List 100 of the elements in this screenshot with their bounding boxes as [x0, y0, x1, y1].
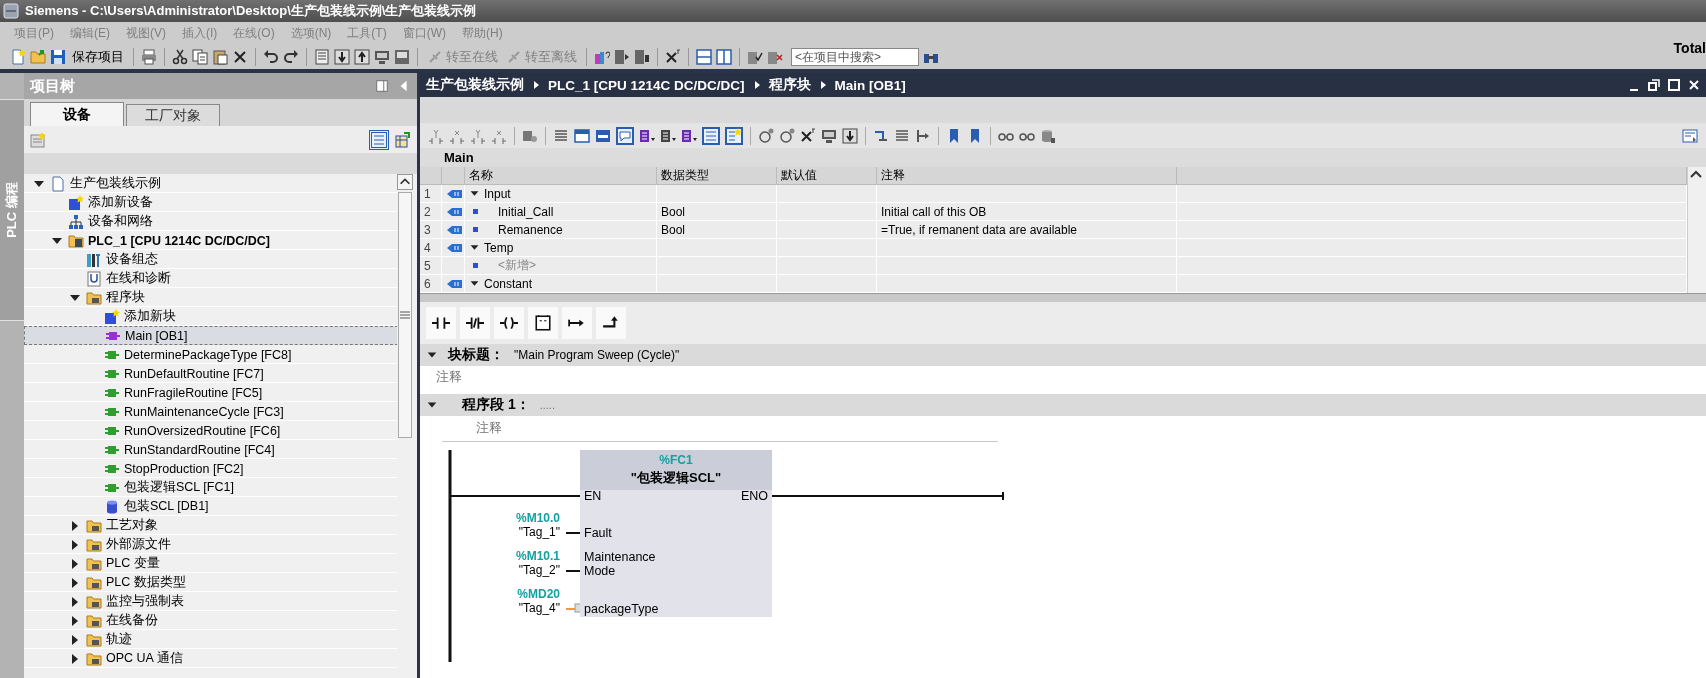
panel-tab[interactable]: 设备 [30, 102, 124, 126]
block-comment[interactable]: 注释 [436, 368, 462, 386]
window-icon[interactable] [595, 127, 611, 144]
tree-item[interactable]: 设备和网络 [24, 212, 398, 231]
tree-item[interactable]: RunDefaultRoutine [FC7] [24, 364, 398, 383]
column-header[interactable]: 注释 [881, 167, 905, 184]
scissors-icon[interactable] [172, 48, 188, 65]
monitor-off-icon[interactable] [779, 127, 795, 144]
device-icon[interactable] [394, 48, 410, 65]
list-icon[interactable] [894, 127, 910, 144]
table-export-icon[interactable] [395, 131, 411, 148]
database-icon [104, 498, 120, 515]
device-query-icon[interactable] [594, 48, 610, 65]
tree-item[interactable]: PLC 数据类型 [24, 573, 398, 592]
redo-icon[interactable] [283, 48, 299, 65]
tree-item[interactable]: RunMaintenanceCycle [FC3] [24, 402, 398, 421]
cylinder-icon[interactable] [1040, 127, 1056, 144]
list-icon[interactable] [553, 127, 569, 144]
maximize-icon[interactable] [1668, 79, 1680, 91]
panel-icon[interactable] [1682, 127, 1698, 144]
column-header[interactable]: 默认值 [781, 167, 817, 184]
instruction-button[interactable] [460, 307, 490, 339]
tree-item[interactable]: Main [OB1] [24, 326, 398, 345]
tree-item[interactable]: 包装SCL [DB1] [24, 497, 398, 516]
save-icon[interactable] [50, 48, 66, 65]
split-vertical-icon[interactable] [716, 48, 732, 65]
scrollbar[interactable] [1687, 167, 1706, 293]
new-document-icon[interactable] [10, 48, 26, 65]
undo-icon[interactable] [263, 48, 279, 65]
list-frame-icon[interactable] [371, 131, 387, 148]
tree-item[interactable]: 包装逻辑SCL [FC1] [24, 478, 398, 497]
tag-name[interactable]: "Tag_4" [460, 601, 560, 615]
tree-item[interactable]: 在线和诊断 [24, 269, 398, 288]
tree-item[interactable]: 轨迹 [24, 630, 398, 649]
scrollbar[interactable] [397, 174, 414, 678]
monitor-icon[interactable] [374, 48, 390, 65]
column-header[interactable]: 数据类型 [661, 167, 709, 184]
down-triangle-icon[interactable] [469, 278, 480, 289]
down-triangle-icon[interactable] [469, 242, 480, 253]
comment-icon[interactable] [617, 127, 633, 144]
favorites-icon[interactable] [726, 127, 742, 144]
tree-item[interactable]: DeterminePackageType [FC8] [24, 345, 398, 364]
download-icon[interactable] [842, 127, 858, 144]
tree-item[interactable]: PLC_1 [CPU 1214C DC/DC/DC] [24, 231, 398, 250]
instruction-button[interactable] [562, 307, 592, 339]
tree-item[interactable]: RunStandardRoutine [FC4] [24, 440, 398, 459]
monitor-icon[interactable] [821, 127, 837, 144]
tree-item[interactable]: 工艺对象 [24, 516, 398, 535]
tree-item[interactable]: 在线备份 [24, 611, 398, 630]
column-header[interactable]: 名称 [469, 167, 493, 184]
delete-icon[interactable] [232, 48, 248, 65]
instruction-button[interactable] [494, 307, 524, 339]
panel-tab[interactable]: 工厂对象 [126, 104, 220, 126]
copy-icon[interactable] [192, 48, 208, 65]
instruction-button[interactable] [528, 307, 558, 339]
tree-item[interactable]: 添加新设备 [24, 193, 398, 212]
tree-item[interactable]: 外部源文件 [24, 535, 398, 554]
instruction-button[interactable] [596, 307, 626, 339]
search-field[interactable]: <在项目中搜索> [791, 47, 919, 66]
paste-icon[interactable] [212, 48, 228, 65]
breadcrumb-item[interactable]: PLC_1 [CPU 1214C DC/DC/DC] [548, 77, 745, 93]
download-icon[interactable] [334, 48, 350, 65]
tree-item[interactable]: OPC UA 通信 [24, 649, 398, 668]
function-block[interactable]: %FC1 "包装逻辑SCL" EN ENO Fault Maintenance Mode packageType [580, 450, 772, 617]
tree-item[interactable]: RunOversizedRoutine [FC6] [24, 421, 398, 440]
tree-item[interactable]: PLC 变量 [24, 554, 398, 573]
folder-icon [86, 631, 102, 648]
tag-display-icon[interactable] [660, 127, 676, 144]
monitor-off-icon[interactable] [758, 127, 774, 144]
panel-stop-icon[interactable] [634, 48, 650, 65]
tree-item[interactable]: StopProduction [FC2] [24, 459, 398, 478]
breadcrumb-item[interactable]: 程序块 [768, 76, 811, 94]
window-icon[interactable] [574, 127, 590, 144]
down-triangle-icon[interactable] [469, 188, 480, 199]
tree-item[interactable]: 生产包装线示例 [24, 174, 398, 193]
block-title[interactable]: "Main Program Sweep (Cycle)" [514, 348, 680, 362]
step-icon[interactable] [915, 127, 931, 144]
restore-icon[interactable] [1648, 79, 1660, 91]
tag-display-icon[interactable] [681, 127, 697, 144]
tree-item[interactable]: 程序块 [24, 288, 398, 307]
tag-name[interactable]: "Tag_2" [460, 563, 560, 577]
panel-layout-icon[interactable] [375, 79, 389, 93]
save-project-button[interactable]: 保存项目 [70, 47, 126, 66]
breadcrumb-item[interactable]: 生产包装线示例 [426, 76, 524, 94]
tag-display-icon[interactable] [639, 127, 655, 144]
close-icon[interactable] [1688, 79, 1700, 91]
upload-icon[interactable] [354, 48, 370, 65]
tree-item[interactable]: 监控与强制表 [24, 592, 398, 611]
network-comment[interactable]: 注释 [476, 420, 502, 437]
printer-icon[interactable] [141, 48, 157, 65]
tag-name[interactable]: "Tag_1" [460, 525, 560, 539]
list-frame-icon[interactable] [703, 127, 719, 144]
tree-item[interactable]: RunFragileRoutine [FC5] [24, 383, 398, 402]
cross-icon[interactable] [800, 127, 816, 144]
breadcrumb-item[interactable]: Main [OB1] [834, 77, 906, 93]
cross-icon[interactable] [665, 48, 681, 65]
instruction-button[interactable] [426, 307, 456, 339]
panel-play-icon[interactable] [614, 48, 630, 65]
tree-item[interactable]: 设备组态 [24, 250, 398, 269]
split-horizontal-icon[interactable] [696, 48, 712, 65]
